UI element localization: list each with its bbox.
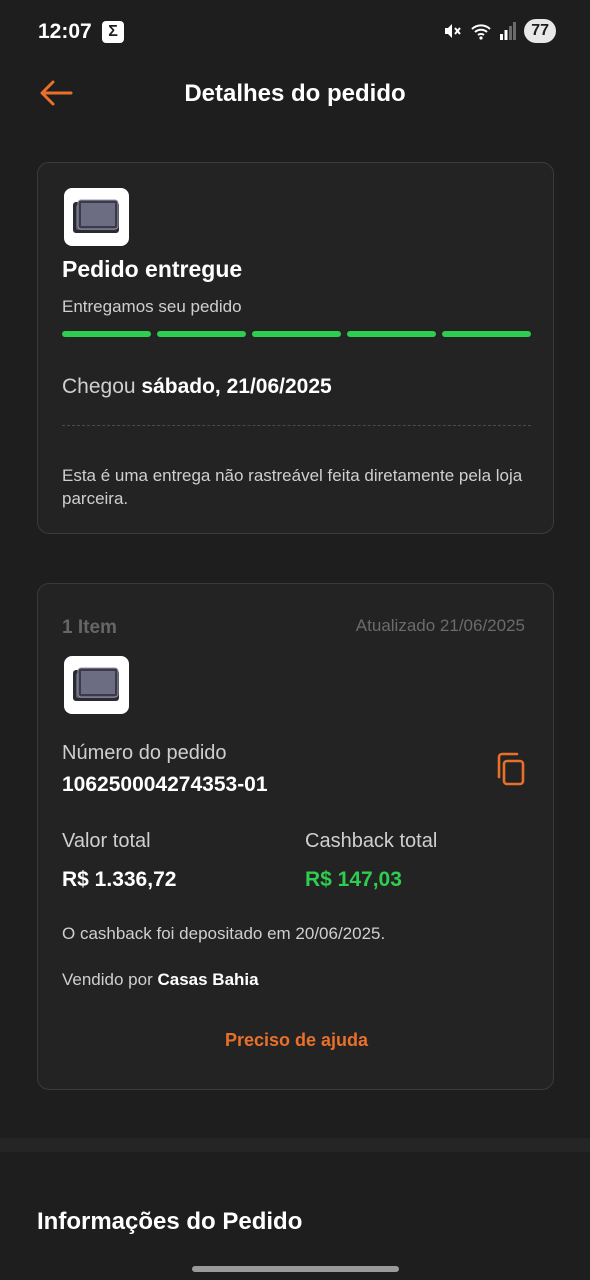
delivery-status-subtitle: Entregamos seu pedido bbox=[62, 297, 242, 316]
product-thumbnail[interactable] bbox=[64, 656, 129, 714]
wifi-icon bbox=[471, 24, 491, 40]
delivery-note: Esta é uma entrega não rastreável feita … bbox=[62, 466, 523, 508]
status-bar: 12:07 Σ 77 bbox=[0, 0, 590, 66]
delivery-status-title: Pedido entregue bbox=[62, 256, 243, 282]
store-name: Casas Bahia bbox=[157, 970, 259, 989]
delivery-progress-bar bbox=[62, 331, 531, 337]
sold-by-prefix: Vendido por bbox=[62, 970, 153, 989]
status-icons: 77 bbox=[442, 19, 556, 43]
dashed-divider bbox=[62, 425, 531, 426]
status-time: 12:07 bbox=[38, 20, 92, 43]
progress-step bbox=[252, 331, 341, 337]
sold-by: Vendido por Casas Bahia bbox=[62, 970, 259, 990]
progress-step bbox=[62, 331, 151, 337]
cashback-label: Cashback total bbox=[305, 830, 438, 852]
notification-app-icon: Σ bbox=[102, 21, 124, 43]
cashback-value: R$ 147,03 bbox=[305, 868, 402, 891]
order-number: 106250004274353-01 bbox=[62, 773, 268, 796]
order-details-card: 1 Item Atualizado 21/06/2025 Número do p… bbox=[37, 583, 554, 1090]
delivery-status-card: Pedido entregue Entregamos seu pedido Ch… bbox=[37, 162, 554, 534]
item-count: 1 Item bbox=[62, 617, 117, 638]
order-info-title: Informações do Pedido bbox=[37, 1208, 303, 1235]
mute-icon bbox=[445, 24, 461, 38]
header: Detalhes do pedido bbox=[0, 66, 590, 126]
tablet-icon bbox=[72, 667, 119, 701]
arrival-date: Chegou sábado, 21/06/2025 bbox=[62, 375, 332, 399]
total-label: Valor total bbox=[62, 830, 151, 852]
help-button[interactable]: Preciso de ajuda bbox=[38, 1030, 555, 1051]
cashback-note: O cashback foi depositado em 20/06/2025. bbox=[62, 924, 386, 943]
tablet-icon bbox=[72, 199, 119, 233]
total-value: R$ 1.336,72 bbox=[62, 868, 177, 891]
signal-icon bbox=[500, 22, 517, 40]
arrival-prefix: Chegou bbox=[62, 375, 136, 398]
updated-date: Atualizado 21/06/2025 bbox=[355, 616, 525, 635]
copy-icon[interactable] bbox=[493, 751, 527, 787]
order-number-label: Número do pedido bbox=[62, 742, 227, 764]
product-thumbnail bbox=[64, 188, 129, 246]
battery-indicator: 77 bbox=[524, 19, 556, 43]
page-title: Detalhes do pedido bbox=[184, 80, 406, 107]
section-divider bbox=[0, 1138, 590, 1152]
progress-step bbox=[157, 331, 246, 337]
arrival-date-value: sábado, 21/06/2025 bbox=[141, 375, 332, 398]
progress-step bbox=[347, 331, 436, 337]
home-indicator[interactable] bbox=[192, 1266, 399, 1272]
progress-step bbox=[442, 331, 531, 337]
